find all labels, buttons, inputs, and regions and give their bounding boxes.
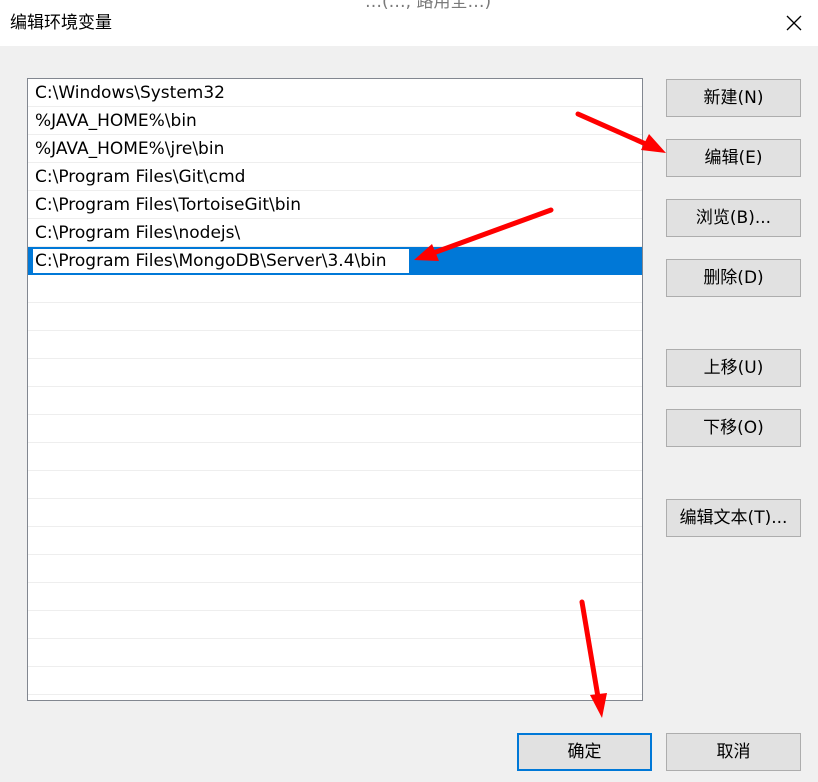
empty-row: [28, 471, 642, 499]
new-button[interactable]: 新建(N): [666, 79, 801, 117]
edit-text-button[interactable]: 编辑文本(T)...: [666, 499, 801, 537]
close-icon: [786, 15, 802, 31]
cancel-button[interactable]: 取消: [666, 733, 801, 771]
empty-row: [28, 415, 642, 443]
path-list[interactable]: C:\Windows\System32 %JAVA_HOME%\bin %JAV…: [27, 78, 643, 701]
path-row-text: C:\Program Files\nodejs\: [35, 223, 241, 243]
move-down-button[interactable]: 下移(O): [666, 409, 801, 447]
path-row-text: C:\Program Files\TortoiseGit\bin: [35, 195, 302, 215]
close-button[interactable]: [772, 0, 818, 46]
delete-button[interactable]: 删除(D): [666, 259, 801, 297]
dialog-title: 编辑环境变量: [10, 13, 112, 33]
move-up-button[interactable]: 上移(U): [666, 349, 801, 387]
path-row-text: %JAVA_HOME%\jre\bin: [35, 139, 225, 159]
title-bar: …(…, 路用全…) 编辑环境变量: [0, 0, 818, 46]
empty-row: [28, 387, 642, 415]
edit-button[interactable]: 编辑(E): [666, 139, 801, 177]
path-row-text: %JAVA_HOME%\bin: [35, 111, 197, 131]
path-row[interactable]: C:\Program Files\Git\cmd: [28, 163, 642, 191]
path-edit-input[interactable]: [32, 248, 410, 274]
empty-row: [28, 527, 642, 555]
empty-row: [28, 639, 642, 667]
path-row-editing[interactable]: [28, 247, 642, 275]
empty-row: [28, 275, 642, 303]
path-row[interactable]: C:\Program Files\nodejs\: [28, 219, 642, 247]
path-row-text: C:\Program Files\Git\cmd: [35, 167, 246, 187]
path-row[interactable]: C:\Program Files\TortoiseGit\bin: [28, 191, 642, 219]
empty-row: [28, 443, 642, 471]
path-row-text: C:\Windows\System32: [35, 83, 225, 103]
empty-row: [28, 667, 642, 695]
empty-row: [28, 359, 642, 387]
browse-button[interactable]: 浏览(B)...: [666, 199, 801, 237]
empty-row: [28, 611, 642, 639]
empty-row: [28, 331, 642, 359]
empty-row: [28, 583, 642, 611]
path-row[interactable]: %JAVA_HOME%\jre\bin: [28, 135, 642, 163]
path-row[interactable]: C:\Windows\System32: [28, 79, 642, 107]
empty-row: [28, 555, 642, 583]
empty-row: [28, 499, 642, 527]
path-row[interactable]: %JAVA_HOME%\bin: [28, 107, 642, 135]
empty-row: [28, 303, 642, 331]
ok-button[interactable]: 确定: [517, 733, 652, 771]
background-window-text: …(…, 路用全…): [365, 0, 492, 12]
